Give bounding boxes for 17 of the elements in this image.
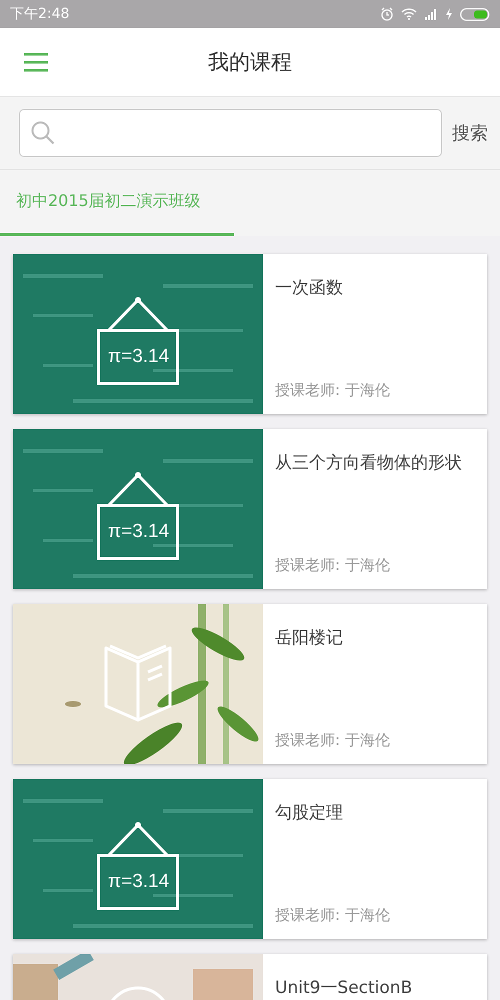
course-card[interactable]: π=3.14 勾股定理 授课老师: 于海伦 xyxy=(13,779,487,939)
teacher-name: 授课老师: 于海伦 xyxy=(275,731,391,750)
course-card[interactable]: 岳阳楼记 授课老师: 于海伦 xyxy=(13,604,487,764)
course-title: 从三个方向看物体的形状 xyxy=(275,452,463,474)
course-title: 勾股定理 xyxy=(275,802,344,824)
course-card[interactable]: π=3.14 一次函数 授课老师: 于海伦 xyxy=(13,254,487,414)
course-card[interactable]: Unit9一SectionB xyxy=(13,954,487,1000)
status-time: 下午2:48 xyxy=(10,5,70,23)
teacher-name: 授课老师: 于海伦 xyxy=(275,906,391,925)
page-title: 我的课程 xyxy=(207,49,293,76)
course-title: 一次函数 xyxy=(275,277,344,299)
course-title: Unit9一SectionB xyxy=(275,977,414,999)
teacher-name: 授课老师: 于海伦 xyxy=(275,381,391,400)
course-title: 岳阳楼记 xyxy=(275,627,344,649)
search-button[interactable]: 搜索 xyxy=(452,117,488,149)
course-card[interactable]: π=3.14 从三个方向看物体的形状 授课老师: 于海伦 xyxy=(13,429,487,589)
teacher-name: 授课老师: 于海伦 xyxy=(275,556,391,575)
